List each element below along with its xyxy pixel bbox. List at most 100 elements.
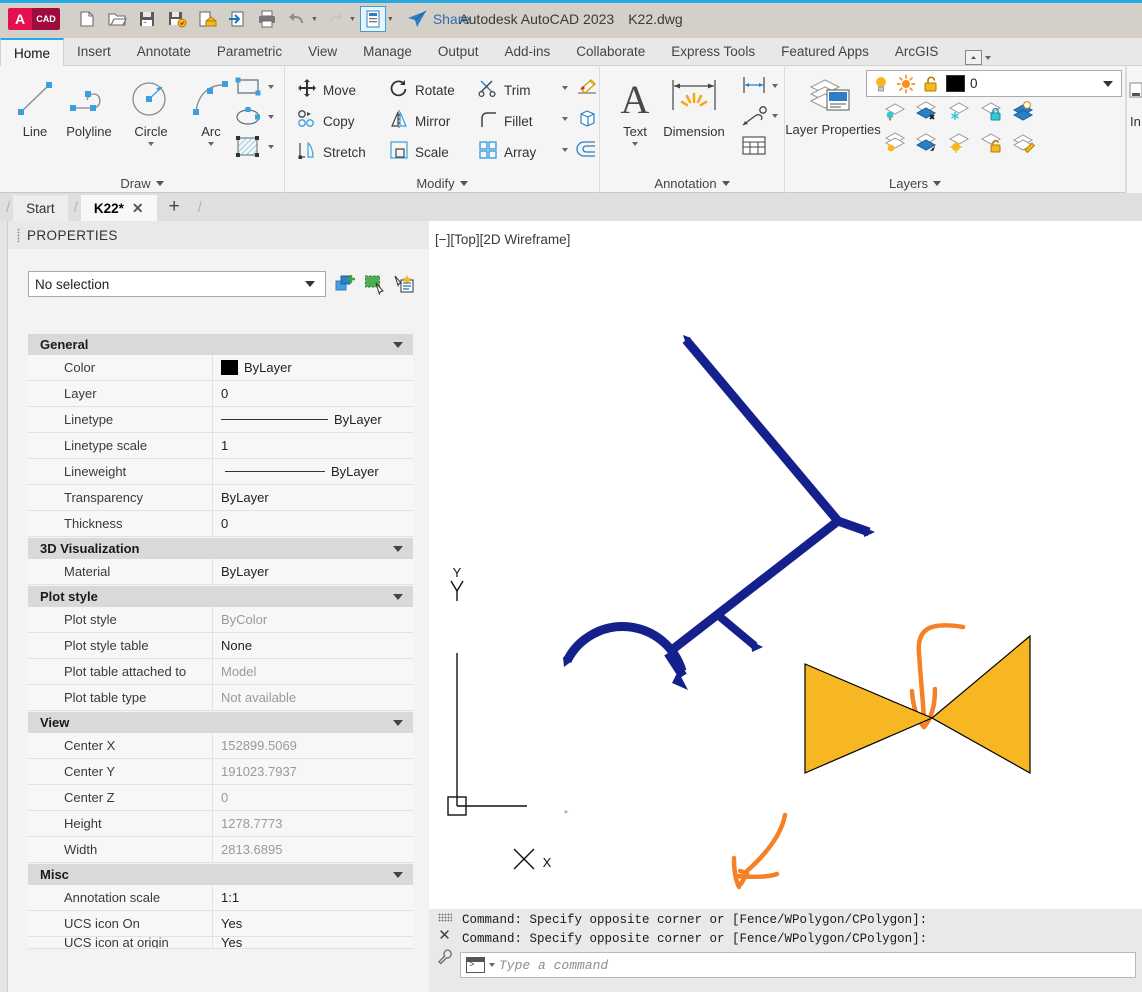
hatch-dropdown-icon[interactable] (268, 145, 274, 149)
property-value-cell[interactable]: ByLayer (213, 355, 413, 380)
save-icon[interactable] (134, 6, 160, 32)
redo-icon[interactable] (322, 6, 348, 32)
quick-select-icon[interactable] (335, 273, 357, 295)
hatch-icon[interactable] (233, 134, 263, 165)
table-row[interactable]: Linetype ByLayer (28, 407, 413, 433)
open-from-web-icon[interactable] (224, 6, 250, 32)
polyline-button[interactable]: Polyline (58, 76, 120, 139)
table-row[interactable]: Linetype scale 1 (28, 433, 413, 459)
layers-panel-title[interactable]: Layers (765, 176, 1065, 191)
workspace-dropdown-icon[interactable]: ▼ (387, 16, 394, 23)
undo-icon[interactable] (284, 6, 310, 32)
line-button[interactable]: Line (4, 76, 66, 139)
modify-panel-expand-icon[interactable] (459, 181, 468, 186)
property-value-cell[interactable]: 1278.7773 (213, 811, 413, 836)
property-value-cell[interactable]: ByLayer (213, 459, 413, 484)
property-value-cell[interactable]: 2813.6895 (213, 837, 413, 862)
selection-dropdown-icon[interactable] (305, 281, 315, 287)
explode-icon[interactable] (575, 107, 599, 134)
annotation-panel-expand-icon[interactable] (721, 181, 730, 186)
quick-properties-icon[interactable] (393, 273, 415, 295)
modify-panel-title[interactable]: Modify (285, 176, 599, 191)
tab-home[interactable]: Home (0, 38, 65, 66)
rectangle-icon[interactable] (233, 74, 263, 105)
property-value-cell[interactable]: 0 (213, 785, 413, 810)
ellipse-dropdown-icon[interactable] (268, 115, 274, 119)
mirror-button[interactable]: Mirror (389, 109, 450, 134)
ribbon-minimize-control[interactable] (965, 50, 992, 65)
new-tab-icon[interactable]: + (157, 196, 192, 221)
property-value-cell[interactable]: 1:1 (213, 885, 413, 910)
rectangle-dropdown-icon[interactable] (268, 85, 274, 89)
save-to-web-icon[interactable] (194, 6, 220, 32)
offset-icon[interactable] (575, 138, 599, 165)
select-objects-icon[interactable] (364, 273, 386, 296)
linear-dimension-icon[interactable] (739, 74, 769, 101)
drag-handle[interactable] (17, 228, 20, 242)
tab-express-tools[interactable]: Express Tools (658, 38, 768, 65)
file-tab-start[interactable]: Start (13, 195, 68, 221)
table-row[interactable]: Center Z 0 (28, 785, 413, 811)
category-general[interactable]: General (28, 333, 413, 355)
property-value-cell[interactable]: 0 (213, 511, 413, 536)
table-row[interactable]: Plot table attached to Model (28, 659, 413, 685)
command-drag-handle[interactable] (437, 913, 452, 922)
leader-dropdown-icon[interactable] (772, 114, 778, 118)
file-tab-k22[interactable]: K22* ✕ (80, 195, 157, 221)
layer-off-icon[interactable] (915, 100, 941, 127)
undo-dropdown-icon[interactable]: ▼ (311, 16, 318, 23)
table-icon[interactable] (739, 134, 769, 163)
unlock-icon[interactable] (921, 74, 941, 94)
ellipse-icon[interactable] (233, 104, 263, 135)
close-icon[interactable]: ✕ (438, 928, 451, 943)
command-input[interactable]: Type a command (499, 958, 608, 973)
category-view-collapse-icon[interactable] (393, 719, 403, 726)
new-icon[interactable] (74, 6, 100, 32)
category-plot-style-collapse-icon[interactable] (393, 593, 403, 600)
trim-dropdown-icon[interactable] (562, 86, 568, 90)
tab-addins[interactable]: Add-ins (491, 38, 563, 65)
layer-thaw-icon[interactable] (947, 132, 973, 159)
plot-icon[interactable] (254, 6, 280, 32)
tab-parametric[interactable]: Parametric (204, 38, 295, 65)
save-as-icon[interactable] (164, 6, 190, 32)
erase-icon[interactable] (575, 76, 599, 103)
table-row[interactable]: Thickness 0 (28, 511, 413, 537)
tab-arcgis[interactable]: ArcGIS (882, 38, 952, 65)
layer-combo[interactable]: 0 (866, 70, 1122, 97)
trim-button[interactable]: Trim (478, 78, 531, 103)
table-row[interactable]: Plot table type Not available (28, 685, 413, 711)
property-value-cell[interactable]: ByLayer (213, 407, 413, 432)
rotate-button[interactable]: Rotate (389, 78, 455, 103)
layer-change-icon[interactable] (1011, 132, 1037, 159)
drawing-canvas[interactable]: [−][Top][2D Wireframe] Y X ‣ (429, 221, 1142, 909)
command-history-dropdown-icon[interactable] (489, 963, 495, 967)
annotation-panel-title[interactable]: Annotation (600, 176, 784, 191)
table-row[interactable]: UCS icon at origin Yes (28, 937, 413, 949)
category-3d-visualization-collapse-icon[interactable] (393, 545, 403, 552)
wrench-icon[interactable] (437, 949, 453, 972)
tab-output[interactable]: Output (425, 38, 492, 65)
tab-view[interactable]: View (295, 38, 350, 65)
layer-lock-icon[interactable] (979, 100, 1005, 127)
category-view[interactable]: View (28, 711, 413, 733)
layer-isolate-icon[interactable] (883, 100, 909, 127)
property-value-cell[interactable]: 152899.5069 (213, 733, 413, 758)
table-row[interactable]: Center Y 191023.7937 (28, 759, 413, 785)
scale-button[interactable]: Scale (389, 140, 449, 165)
property-value-cell[interactable]: 191023.7937 (213, 759, 413, 784)
property-value-cell[interactable]: Yes (213, 937, 413, 948)
category-3d-visualization[interactable]: 3D Visualization (28, 537, 413, 559)
category-general-collapse-icon[interactable] (393, 341, 403, 348)
property-value-cell[interactable]: None (213, 633, 413, 658)
table-row[interactable]: Center X 152899.5069 (28, 733, 413, 759)
share-button[interactable]: Share (406, 9, 470, 29)
tab-insert[interactable]: Insert (64, 38, 124, 65)
autocad-logo-icon[interactable]: A CAD (8, 8, 60, 30)
property-value-cell[interactable]: Yes (213, 911, 413, 936)
table-row[interactable]: Layer 0 (28, 381, 413, 407)
command-input-row[interactable]: Type a command (460, 952, 1136, 978)
close-icon[interactable]: ✕ (132, 200, 144, 217)
tab-annotate[interactable]: Annotate (124, 38, 204, 65)
workspace-icon[interactable] (359, 6, 386, 32)
